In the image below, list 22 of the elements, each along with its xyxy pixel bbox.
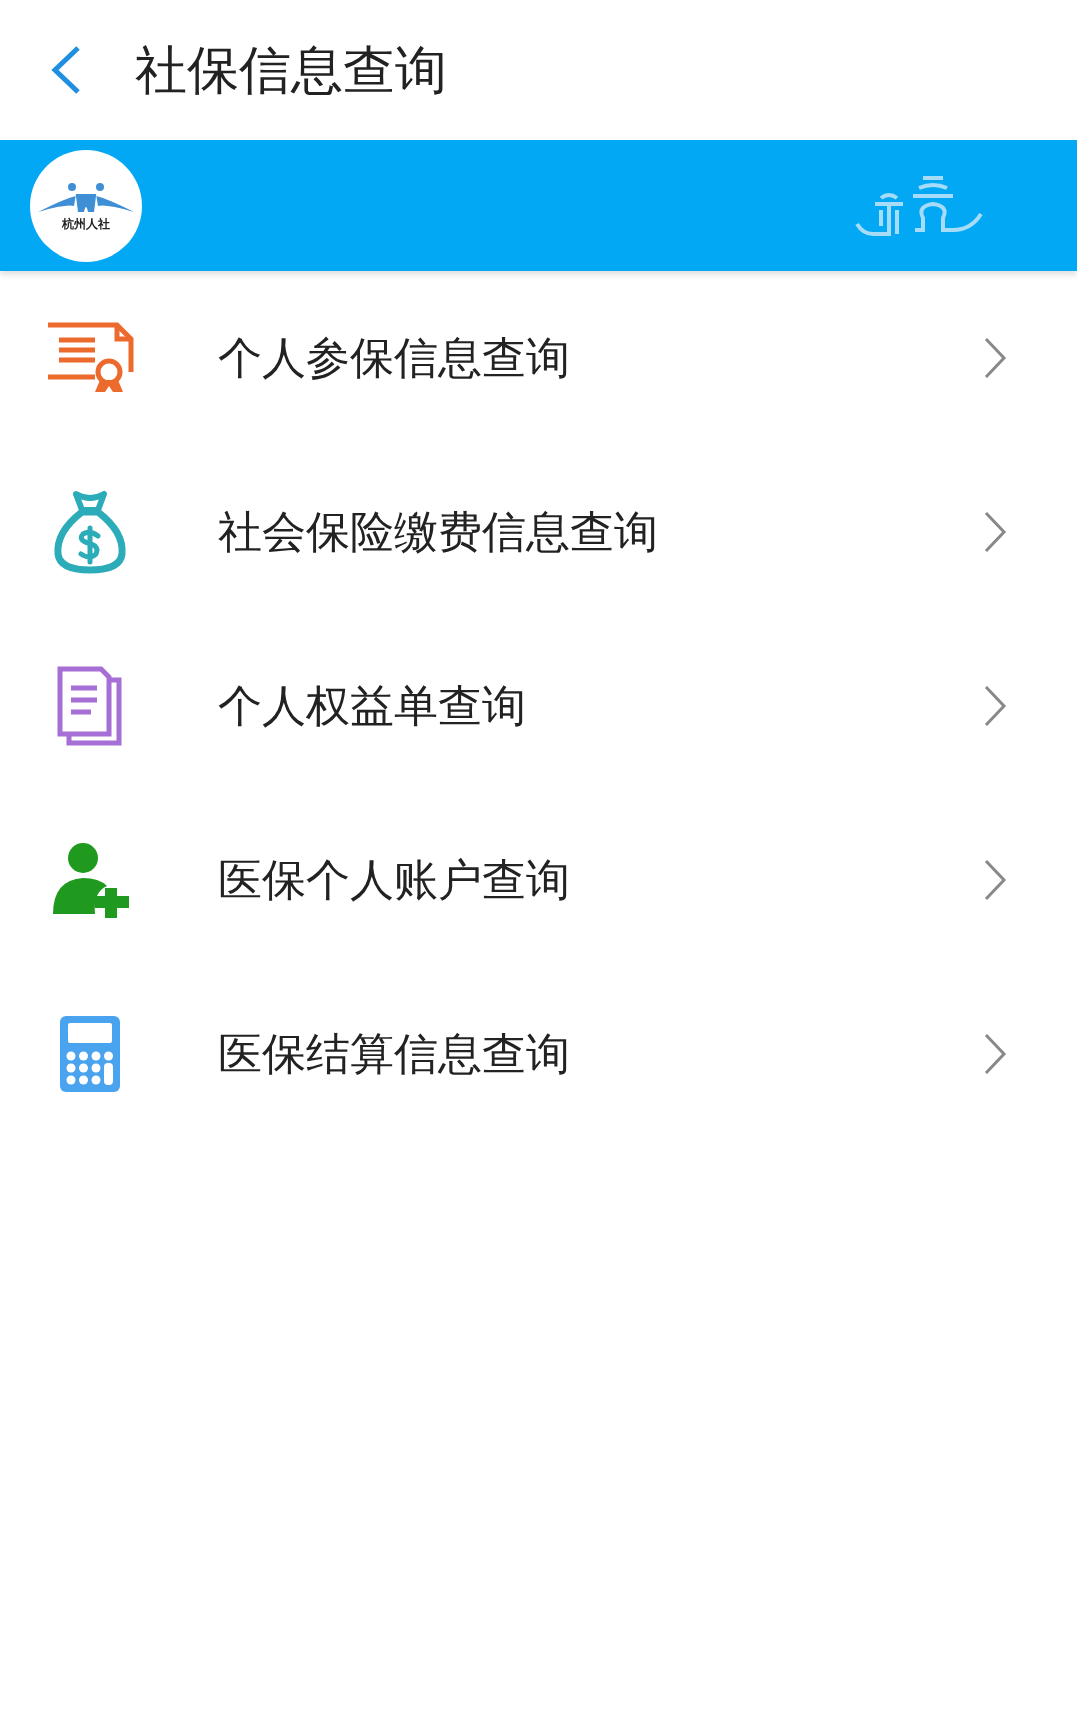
chevron-right-icon	[983, 336, 1007, 380]
logo-text: 杭州人社	[62, 217, 110, 230]
menu-item[interactable]: 医保个人账户查询	[0, 793, 1077, 967]
money-bag-icon	[52, 490, 128, 574]
menu-item[interactable]: 个人参保信息查询	[0, 271, 1077, 445]
back-icon[interactable]	[50, 45, 82, 95]
chevron-right-icon	[983, 1032, 1007, 1076]
chevron-right-icon	[983, 858, 1007, 902]
chevron-right-icon	[983, 684, 1007, 728]
menu-label: 医保个人账户查询	[218, 853, 571, 907]
menu-item[interactable]: 医保结算信息查询	[0, 967, 1077, 1141]
menu-item[interactable]: 社会保险缴费信息查询	[0, 445, 1077, 619]
menu-item[interactable]: 个人权益单查询	[0, 619, 1077, 793]
page-title: 社保信息查询	[135, 39, 447, 102]
menu-label: 医保结算信息查询	[218, 1027, 571, 1081]
menu-label: 个人权益单查询	[218, 679, 527, 733]
certificate-icon	[45, 322, 135, 394]
documents-icon	[57, 666, 123, 746]
calculator-icon	[58, 1014, 122, 1094]
menu-label: 个人参保信息查询	[218, 331, 571, 385]
chevron-right-icon	[983, 510, 1007, 554]
menu-label: 社会保险缴费信息查询	[218, 505, 659, 559]
